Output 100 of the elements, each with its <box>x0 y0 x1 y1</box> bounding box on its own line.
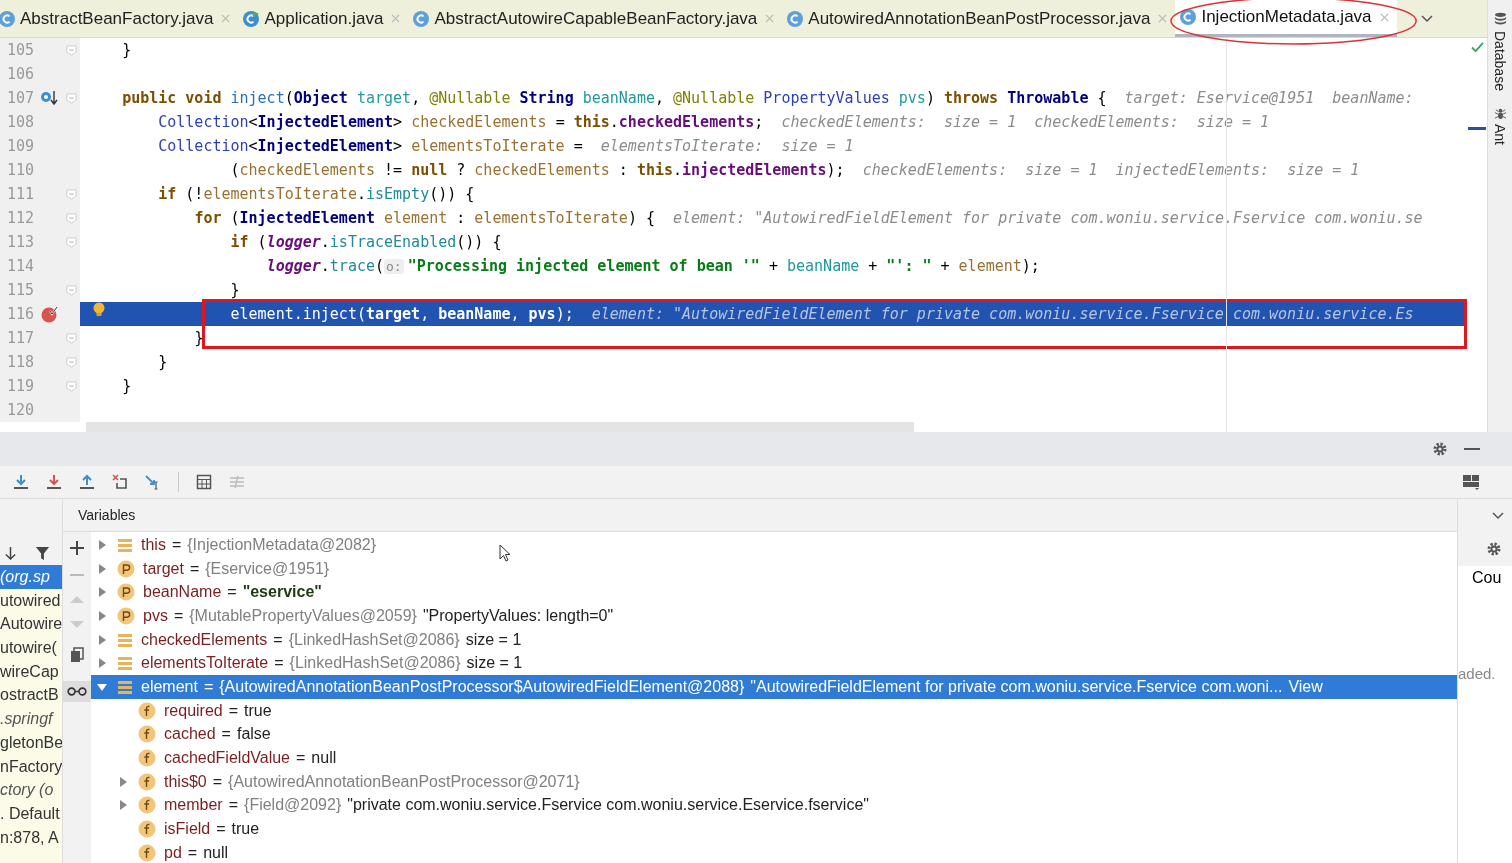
equals-sign: = <box>274 654 284 673</box>
step-into-icon[interactable] <box>46 474 62 490</box>
calculator-icon[interactable] <box>196 474 212 490</box>
stack-frame[interactable]: .springf <box>0 707 62 731</box>
variable-row[interactable]: target = {Eservice@1951} <box>91 556 1457 581</box>
watches-toggle[interactable] <box>63 681 91 702</box>
code-token: ) { <box>627 209 655 228</box>
breakpoint-icon[interactable] <box>40 305 58 324</box>
column-header: Cou <box>1471 568 1503 588</box>
variable-row[interactable]: this = {InjectionMetadata@2082} <box>91 533 1457 557</box>
expand-arrow-icon[interactable] <box>118 776 128 787</box>
expand-arrow-icon[interactable] <box>97 539 107 550</box>
code-token: ); <box>1021 257 1040 276</box>
variable-row[interactable]: cached = false <box>91 722 1457 747</box>
code-token: + <box>868 257 879 276</box>
stack-frame[interactable]: utowired <box>0 588 62 613</box>
code-token: element <box>958 257 1022 276</box>
expand-arrow-icon[interactable] <box>97 587 107 598</box>
code-token: logger <box>266 257 321 276</box>
code-token: + <box>940 257 951 276</box>
layout-icon[interactable] <box>1462 474 1480 490</box>
stack-frame[interactable]: . Default <box>0 801 62 826</box>
settings-icon[interactable] <box>1486 541 1502 557</box>
chevron-down-icon[interactable] <box>1420 14 1433 23</box>
stack-frame[interactable]: ostractB <box>0 683 62 708</box>
scrollbar[interactable] <box>86 422 914 432</box>
close-icon[interactable] <box>1379 12 1389 22</box>
stack-frame[interactable]: ctory (o <box>0 778 62 802</box>
side-tool-tab[interactable]: Ant <box>1492 106 1508 145</box>
filter-icon[interactable] <box>35 546 50 561</box>
variable-row[interactable]: this$0 = {AutowiredAnnotationBeanPostProcessor@2071} <box>91 769 1457 794</box>
code-token: ; <box>754 113 764 132</box>
run-to-cursor-icon[interactable] <box>145 474 161 490</box>
variable-row[interactable]: isField = true <box>91 817 1457 841</box>
add-icon[interactable] <box>70 541 84 555</box>
line-number: 117 <box>5 329 34 348</box>
variable-row[interactable]: checkedElements = {LinkedHashSet@2086} size = 1 <box>91 627 1457 652</box>
stack-frame[interactable]: Autowire <box>0 612 62 637</box>
stack-frame[interactable]: (org.sp <box>0 565 62 589</box>
variable-row[interactable]: pd = null <box>91 840 1457 863</box>
drop-frame-icon[interactable] <box>112 474 128 490</box>
equals-sign: = <box>296 749 306 768</box>
value-detail: "PropertyValues: length=0" <box>422 606 614 625</box>
equals-sign: = <box>227 583 237 602</box>
code-token: @Nullable <box>673 89 756 108</box>
editor-tab[interactable]: AutowiredAnnotationBeanPostProcessor.java <box>782 0 1176 37</box>
stack-frame[interactable]: n:878, A <box>0 825 62 850</box>
stack-frame[interactable]: wireCap <box>0 659 62 684</box>
equals-sign: = <box>212 772 223 791</box>
editor-tab[interactable]: AbstractBeanFactory.java <box>0 0 239 37</box>
step-out-icon[interactable] <box>79 474 95 490</box>
editor-tab[interactable]: Application.java <box>238 0 409 37</box>
editor-tab[interactable]: AbstractAutowireCapableBeanFactory.java <box>408 0 783 37</box>
expand-arrow-icon[interactable] <box>97 658 107 669</box>
code-token: element.inject( <box>230 305 366 324</box>
editor-tab[interactable]: InjectionMetadata.java <box>1175 0 1397 37</box>
code-token: > <box>393 113 404 132</box>
variable-row[interactable]: member = {Field@2092} "private com.woniu.service.Fservice com.woniu.service.Eservice.fservice" <box>91 793 1457 818</box>
variable-row[interactable]: required = true <box>91 698 1457 723</box>
code-token: , <box>510 305 521 324</box>
expand-arrow-icon[interactable] <box>97 634 107 645</box>
copy-icon[interactable] <box>70 647 84 663</box>
stack-frame[interactable]: nFactory <box>0 754 62 779</box>
variable-row[interactable]: cachedFieldValue = null <box>91 746 1457 770</box>
expand-arrow-icon[interactable] <box>97 610 107 621</box>
code-token: = <box>555 113 566 132</box>
code-token: PropertyValues <box>763 89 891 108</box>
variable-row[interactable]: element = {AutowiredAnnotationBeanPostProcessor$AutowiredFieldElement@2088} "AutowiredFieldElement for private com.woniu.service.Fservice com.woni... View <box>91 675 1457 699</box>
view-link[interactable]: View <box>1288 677 1323 696</box>
field-icon <box>138 701 156 720</box>
lightbulb-icon[interactable] <box>92 302 106 319</box>
arrow-down-icon[interactable] <box>4 546 17 561</box>
chevron-down-icon[interactable] <box>1492 511 1504 520</box>
collapse-arrow-icon[interactable] <box>97 681 107 692</box>
equals-sign: = <box>189 559 200 578</box>
step-over-icon[interactable] <box>13 474 29 490</box>
code-token: ( <box>284 89 294 108</box>
code-token: } <box>122 41 132 59</box>
code-token: "Processing injected element of bean '" <box>407 257 760 276</box>
expand-arrow-icon[interactable] <box>97 563 107 574</box>
line-number: 118 <box>5 353 34 372</box>
code-token: != <box>384 161 404 180</box>
inline-hint: elementsToIterate: size = 1 <box>600 137 854 156</box>
code-token: "': " <box>886 257 932 276</box>
stack-frame[interactable]: gletonBe <box>0 730 62 755</box>
settings-icon[interactable] <box>1432 441 1448 457</box>
expand-arrow-icon[interactable] <box>118 800 128 811</box>
code-token: Collection <box>158 137 249 156</box>
stack-frame[interactable]: utowire( <box>0 636 62 660</box>
variable-name: cachedFieldValue <box>164 749 290 768</box>
code-token: (! <box>185 185 204 204</box>
variable-row[interactable]: beanName = "eservice" <box>91 580 1457 605</box>
variable-row[interactable]: elementsToIterate = {LinkedHashSet@2086} size = 1 <box>91 651 1457 676</box>
minimize-icon[interactable] <box>1464 447 1480 451</box>
code-token: target <box>365 305 421 324</box>
code-token: if <box>158 185 177 204</box>
side-tool-tab[interactable]: Database <box>1492 12 1508 91</box>
variable-icon <box>117 536 133 553</box>
code-token: ( <box>230 209 240 228</box>
variable-row[interactable]: pvs = {MutablePropertyValues@2059} "PropertyValues: length=0" <box>91 604 1457 628</box>
